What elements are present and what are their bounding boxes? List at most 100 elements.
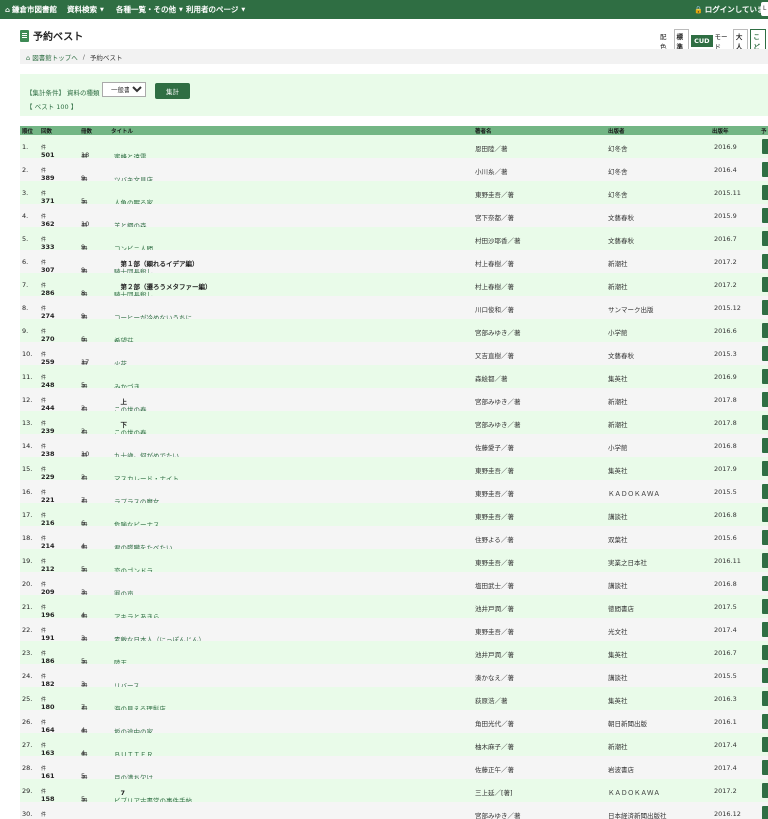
row-count: 161 件 <box>41 764 55 780</box>
row-publisher: 新潮社 <box>608 283 628 291</box>
row-title-link[interactable]: この世の春 下 <box>114 419 147 437</box>
reserve-button[interactable] <box>762 139 768 154</box>
table-header: 順位 回数 冊数 タイトル 著者名 出版者 出版年 予 <box>20 126 768 135</box>
table-row: 24. 182 件 3 冊リバース 湊かなえ／著 講談社 2015.5 <box>20 664 768 690</box>
row-year: 2016.9 <box>714 143 737 151</box>
row-count: 270 件 <box>41 327 55 343</box>
row-publisher: 小学館 <box>608 444 628 452</box>
table-row: 13. 239 件 2 冊この世の春 下宮部みゆき／著 新潮社 2017.8 <box>20 411 768 437</box>
row-year: 2016.11 <box>714 557 741 565</box>
row-rank: 7. <box>22 281 29 289</box>
table-row: 28. 161 件 5 冊月の満ち欠け 佐藤正午／著 岩波書店 2017.4 <box>20 756 768 782</box>
row-publisher: 新潮社 <box>608 421 628 429</box>
reserve-button[interactable] <box>762 530 768 545</box>
row-publisher: 双葉社 <box>608 536 628 544</box>
mode-label: モード <box>714 33 728 51</box>
row-publisher: 講談社 <box>608 582 628 590</box>
reserve-button[interactable] <box>762 208 768 223</box>
row-count: 274 件 <box>41 304 55 320</box>
nav-menu-user[interactable]: 利用者のページ ▼ <box>186 0 245 19</box>
login-status[interactable]: 🔒 ログインしています <box>694 0 768 19</box>
row-year: 2015.9 <box>714 212 737 220</box>
reserve-button[interactable] <box>762 622 768 637</box>
reserve-button[interactable] <box>762 645 768 660</box>
row-year: 2017.9 <box>714 465 737 473</box>
row-rank: 14. <box>22 442 33 450</box>
breadcrumb-current: 予約ベスト <box>89 53 123 62</box>
row-title-link[interactable]: ビブリア古書堂の事件手帖 7 <box>114 787 192 805</box>
reserve-button[interactable] <box>762 691 768 706</box>
reserve-button[interactable] <box>762 415 768 430</box>
row-author: 川口俊和／著 <box>475 306 514 314</box>
row-count: 180 件 <box>41 695 55 711</box>
row-author: 村上春樹／著 <box>475 260 514 268</box>
breadcrumb-home-link[interactable]: ⌂ 図書館トップへ <box>26 52 78 62</box>
table-row: 30.155件4冊三鬼宮部みゆき／著日本経済新聞出版社2016.12 <box>20 802 768 819</box>
cud-mode-button[interactable]: CUD <box>691 35 713 47</box>
row-publisher: 光文社 <box>608 628 628 636</box>
row-year: 2016.1 <box>714 718 737 726</box>
reserve-button[interactable] <box>762 300 768 315</box>
row-publisher: 集英社 <box>608 651 628 659</box>
row-count: 307 件 <box>41 258 55 274</box>
reserve-button[interactable] <box>762 806 768 819</box>
row-rank: 19. <box>22 557 33 565</box>
reserve-button[interactable] <box>762 254 768 269</box>
table-row: 3. 371 件 5 冊人魚の眠る家 東野圭吾／著 幻冬舎 2015.11 <box>20 181 768 207</box>
row-publisher: 日本経済新聞出版社 <box>608 812 667 819</box>
row-title-link[interactable]: 騎士団長殺し 第１部（顕れるイデア編） <box>114 258 199 276</box>
row-count: 196 件 <box>41 603 55 619</box>
nav-menu-lists[interactable]: 各種一覧・その他 ▼ <box>116 0 183 19</box>
table-row: 23. 186 件 5 冊陸王 池井戸潤／著 集英社 2016.7 <box>20 641 768 667</box>
page-title-text: 予約ベスト <box>33 32 84 43</box>
row-author: 宮部みゆき／著 <box>475 329 521 337</box>
reserve-button[interactable] <box>762 576 768 591</box>
reserve-button[interactable] <box>762 714 768 729</box>
logout-button[interactable]: L <box>761 2 768 16</box>
reserve-button[interactable] <box>762 162 768 177</box>
breadcrumb-home-label: 図書館トップへ <box>32 53 78 62</box>
row-year: 2015.11 <box>714 189 741 197</box>
table-row: 26. 164 件 4 冊坂の途中の家 角田光代／著 朝日新聞出版 2016.1 <box>20 710 768 736</box>
reserve-button[interactable] <box>762 392 768 407</box>
header-copies: 冊数 <box>81 129 93 135</box>
reserve-button[interactable] <box>762 323 768 338</box>
reserve-button[interactable] <box>762 461 768 476</box>
reserve-button[interactable] <box>762 231 768 246</box>
reserve-button[interactable] <box>762 553 768 568</box>
reserve-button[interactable] <box>762 277 768 292</box>
breadcrumb-separator: / <box>82 52 85 61</box>
nav-menu-search[interactable]: 資料検索 ▼ <box>67 0 104 19</box>
row-publisher: 実業之日本社 <box>608 559 647 567</box>
row-year: 2017.4 <box>714 626 737 634</box>
row-rank: 22. <box>22 626 33 634</box>
row-title-link[interactable]: この世の春 上 <box>114 396 147 414</box>
reserve-button[interactable] <box>762 599 768 614</box>
row-year: 2015.3 <box>714 350 737 358</box>
row-title-link[interactable]: 騎士団長殺し 第２部（遷ろうメタファー編） <box>114 281 212 299</box>
caret-down-icon: ▼ <box>100 6 104 13</box>
row-rank: 24. <box>22 672 33 680</box>
row-year: 2016.7 <box>714 235 737 243</box>
material-type-select[interactable]: 一般書 <box>102 82 146 97</box>
row-author: 柚木麻子／著 <box>475 743 514 751</box>
row-publisher: 文藝春秋 <box>608 237 634 245</box>
reserve-button[interactable] <box>762 484 768 499</box>
reserve-button[interactable] <box>762 369 768 384</box>
reserve-button[interactable] <box>762 783 768 798</box>
reserve-button[interactable] <box>762 438 768 453</box>
aggregate-button[interactable]: 集計 <box>155 83 190 99</box>
reserve-button[interactable] <box>762 507 768 522</box>
table-row: 29. 158 件 5 冊ビブリア古書堂の事件手帖 7 三上延／[著] ＫＡＤＯＫＡＷＡ 20… <box>20 779 768 805</box>
reserve-button[interactable] <box>762 346 768 361</box>
reserve-button[interactable] <box>762 668 768 683</box>
login-status-label: ログインしています <box>704 5 768 14</box>
row-year: 2017.8 <box>714 396 737 404</box>
row-year: 2016.7 <box>714 649 737 657</box>
row-rank: 23. <box>22 649 33 657</box>
reserve-button[interactable] <box>762 737 768 752</box>
row-rank: 10. <box>22 350 33 358</box>
reserve-button[interactable] <box>762 760 768 775</box>
nav-home-link[interactable]: ⌂ 鎌倉市図書館 <box>5 0 57 19</box>
reserve-button[interactable] <box>762 185 768 200</box>
